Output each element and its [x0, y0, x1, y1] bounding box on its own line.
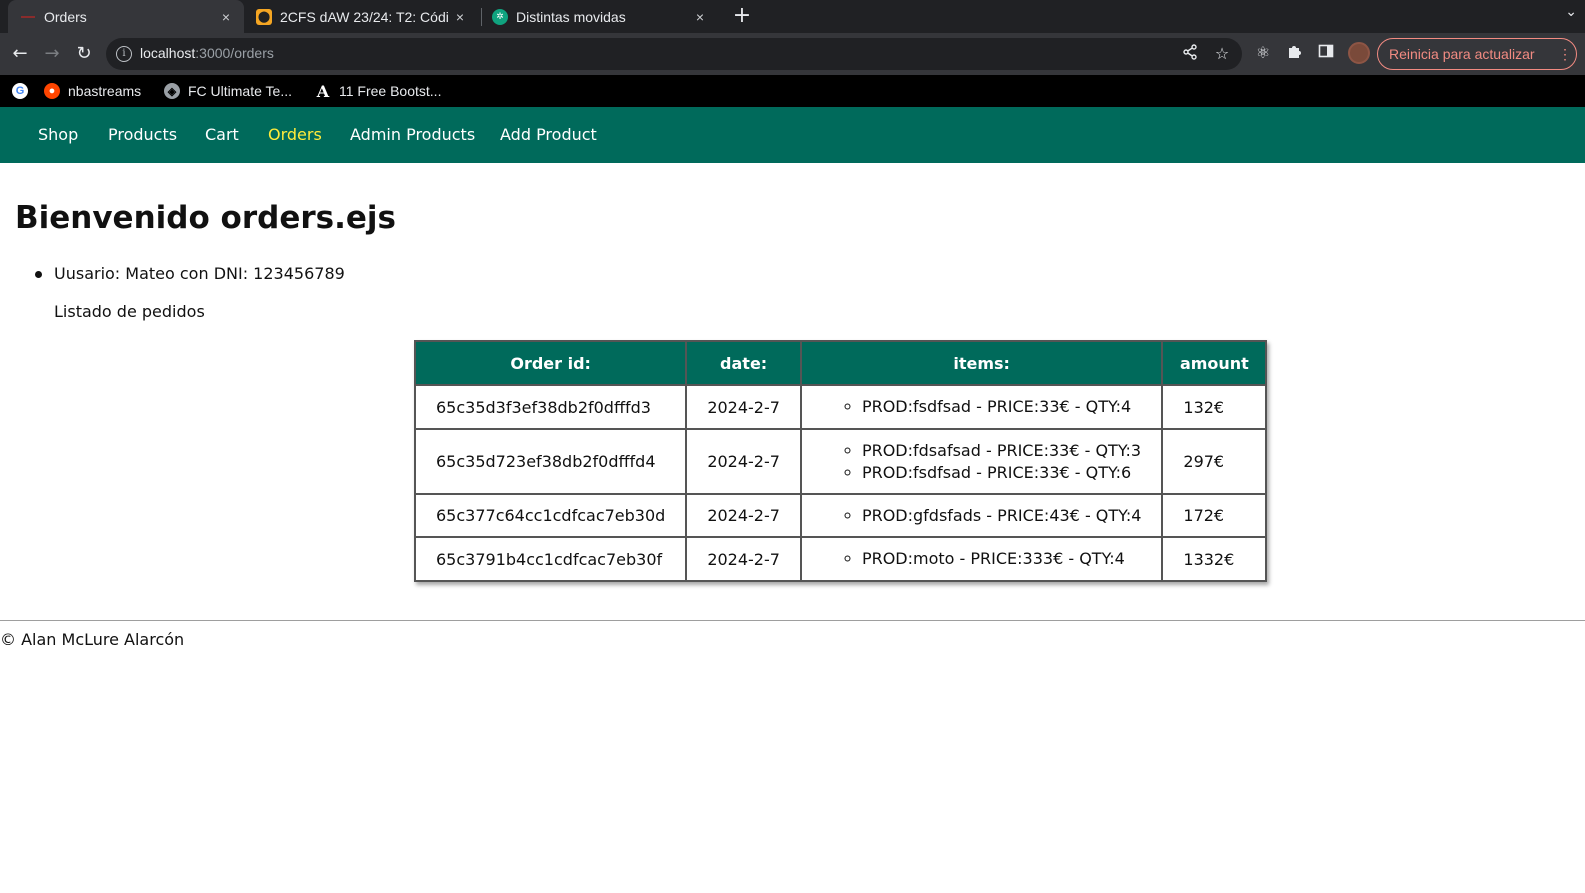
a-logo-icon: A: [316, 81, 330, 101]
close-tab-icon[interactable]: ×: [692, 9, 708, 25]
table-header-row: Order id: date: items: amount: [413, 340, 1268, 386]
tab-orders[interactable]: Orders ×: [8, 0, 244, 33]
address-bar[interactable]: i localhost:3000/orders ☆: [106, 38, 1242, 70]
nav-cart[interactable]: Cart: [205, 107, 239, 163]
side-panel-icon[interactable]: [1315, 43, 1337, 63]
bookmark-fc-ultimate[interactable]: ◈ FC Ultimate Te...: [164, 75, 292, 107]
nav-shop[interactable]: Shop: [38, 107, 78, 163]
forward-arrow-icon[interactable]: →: [40, 42, 64, 66]
header-date: date:: [685, 340, 802, 386]
order-items-cell: PROD:fsdfsad - PRICE:33€ - QTY:4: [799, 384, 1164, 430]
moodle-favicon: ⬤: [256, 8, 272, 25]
tab-title: Distintas movidas: [516, 8, 626, 25]
order-item: PROD:gfdsfads - PRICE:43€ - QTY:4: [862, 505, 1141, 527]
new-tab-icon[interactable]: +: [728, 2, 756, 30]
reddit-icon: ●: [44, 83, 60, 99]
header-order-id: Order id:: [413, 340, 688, 386]
reload-icon[interactable]: ↻: [72, 42, 96, 66]
close-tab-icon[interactable]: ×: [452, 9, 468, 25]
orders-table: Order id: date: items: amount 65c35d3f3e…: [413, 340, 1268, 582]
order-date-cell: 2024-2-7: [685, 536, 802, 582]
bookmark-label: FC Ultimate Te...: [188, 83, 292, 99]
footer-divider: [0, 620, 1585, 621]
tab-2cfs[interactable]: ⬤ 2CFS dAW 23/24: T2: Códi ×: [246, 0, 478, 33]
google-icon: G: [12, 83, 28, 99]
table-row: 65c35d3f3ef38db2f0dfffd3 2024-2-7 PROD:f…: [413, 384, 1268, 430]
page-favicon: [20, 9, 36, 25]
order-id-cell: 65c377c64cc1cdfcac7eb30d: [413, 493, 688, 538]
tab-strip: Orders × ⬤ 2CFS dAW 23/24: T2: Códi × ✲ …: [0, 0, 1585, 33]
table-row: 65c3791b4cc1cdfcac7eb30f 2024-2-7 PROD:m…: [413, 536, 1268, 582]
close-tab-icon[interactable]: ×: [218, 9, 234, 25]
site-info-icon[interactable]: i: [116, 46, 132, 62]
user-info: Uusario: Mateo con DNI: 123456789: [54, 264, 345, 283]
share-icon[interactable]: [1180, 44, 1200, 64]
table-row: 65c377c64cc1cdfcac7eb30d 2024-2-7 PROD:g…: [413, 493, 1268, 538]
tab-distintas-movidas[interactable]: ✲ Distintas movidas ×: [482, 0, 718, 33]
order-date-cell: 2024-2-7: [685, 493, 802, 538]
react-devtools-icon[interactable]: ⚛: [1252, 43, 1274, 62]
order-item: PROD:fsdfsad - PRICE:33€ - QTY:4: [862, 396, 1141, 418]
page-title: Bienvenido orders.ejs: [15, 200, 396, 236]
nav-add-product[interactable]: Add Product: [500, 107, 597, 163]
main-navigation: Shop Products Cart Orders Admin Products…: [0, 107, 1585, 163]
order-id-cell: 65c3791b4cc1cdfcac7eb30f: [413, 536, 688, 582]
bookmark-label: nbastreams: [68, 83, 142, 99]
order-item: PROD:fdsafsad - PRICE:33€ - QTY:3: [862, 440, 1141, 462]
bookmarks-bar: G ● nbastreams ◈ FC Ultimate Te... A 11 …: [0, 75, 1585, 107]
nav-admin-products[interactable]: Admin Products: [350, 107, 475, 163]
table-row: 65c35d723ef38db2f0dfffd4 2024-2-7 PROD:f…: [413, 428, 1268, 495]
order-item: PROD:fsdfsad - PRICE:33€ - QTY:6: [862, 462, 1141, 484]
header-items: items:: [799, 340, 1164, 386]
profile-avatar[interactable]: [1348, 42, 1370, 64]
back-arrow-icon[interactable]: ←: [8, 42, 32, 66]
order-id-cell: 65c35d3f3ef38db2f0dfffd3: [413, 384, 688, 430]
bookmark-bootstrap[interactable]: A 11 Free Bootst...: [315, 75, 442, 107]
tab-title: 2CFS dAW 23/24: T2: Códi: [280, 8, 449, 25]
footer-copyright: © Alan McLure Alarcón: [0, 630, 185, 649]
nav-products[interactable]: Products: [108, 107, 177, 163]
header-amount: amount: [1161, 340, 1268, 386]
orders-caption: Listado de pedidos: [54, 302, 205, 321]
order-amount-cell: 297€: [1161, 428, 1268, 495]
order-id-cell: 65c35d723ef38db2f0dfffd4: [413, 428, 688, 495]
bookmark-google[interactable]: G: [12, 75, 36, 107]
list-bullet: [35, 271, 42, 278]
tab-search-icon[interactable]: ⌄: [1565, 4, 1577, 20]
order-items-cell: PROD:fdsafsad - PRICE:33€ - QTY:3 PROD:f…: [799, 428, 1164, 495]
order-item: PROD:moto - PRICE:333€ - QTY:4: [862, 548, 1141, 570]
extensions-puzzle-icon[interactable]: [1284, 43, 1306, 63]
tab-title: Orders: [44, 8, 87, 25]
browser-toolbar: ← → ↻ i localhost:3000/orders ☆ ⚛ Reinic…: [0, 33, 1585, 75]
order-amount-cell: 172€: [1161, 493, 1268, 538]
nav-orders[interactable]: Orders: [268, 107, 322, 163]
bookmark-label: 11 Free Bootst...: [339, 83, 442, 99]
chatgpt-favicon: ✲: [492, 8, 508, 25]
order-date-cell: 2024-2-7: [685, 428, 802, 495]
order-amount-cell: 1332€: [1161, 536, 1268, 582]
bookmark-star-icon[interactable]: ☆: [1212, 44, 1232, 63]
more-options-icon[interactable]: ⋮: [1558, 39, 1572, 69]
url-text[interactable]: localhost:3000/orders: [140, 45, 274, 61]
globe-icon: ◈: [164, 83, 180, 99]
update-chrome-button[interactable]: Reinicia para actualizar ⋮: [1377, 38, 1577, 70]
order-items-cell: PROD:gfdsfads - PRICE:43€ - QTY:4: [799, 493, 1164, 538]
order-date-cell: 2024-2-7: [685, 384, 802, 430]
bookmark-nbastreams[interactable]: ● nbastreams: [44, 75, 141, 107]
order-amount-cell: 132€: [1161, 384, 1268, 430]
order-items-cell: PROD:moto - PRICE:333€ - QTY:4: [799, 536, 1164, 582]
